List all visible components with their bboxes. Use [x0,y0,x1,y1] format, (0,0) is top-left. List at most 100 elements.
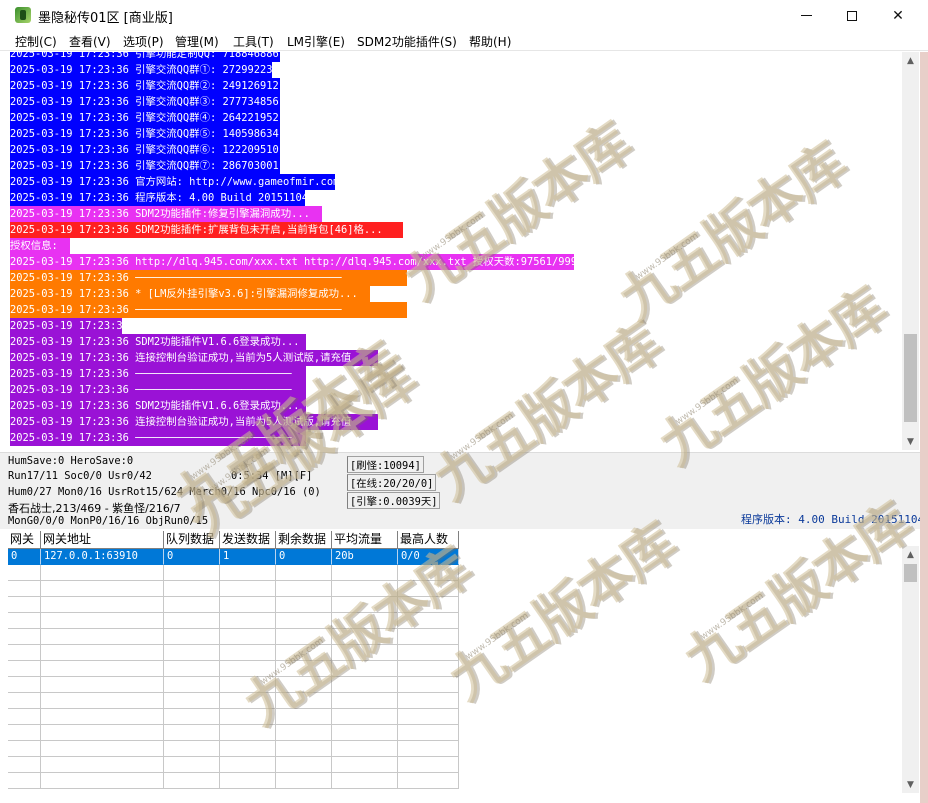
table-cell [398,709,459,725]
log-line: 2025-03-19 17:23:36 引擎功能定制QQ: 718846886 [10,52,280,62]
server-log[interactable]: 2025-03-19 17:23:36 引擎功能定制QQ: 718846886 2… [8,52,902,450]
log-line: 2025-03-19 17:23:36 程序版本: 4.00 Build 201… [10,190,309,206]
minimize-button[interactable] [783,0,829,31]
table-cell [41,629,164,645]
table-row[interactable] [8,773,459,789]
status-panel: HumSave:0 HeroSave:0 Run17/11 Soc0/0 Usr… [0,452,928,529]
table-cell: 20b [332,549,398,565]
table-cell: 0 [8,549,41,565]
col-avg-traffic[interactable]: 平均流量 [332,531,398,549]
log-line: 2025-03-19 17:23:36 ────────────────────… [10,270,407,286]
table-cell [8,677,41,693]
table-cell [220,661,276,677]
table-cell [220,709,276,725]
table-cell [41,677,164,693]
table-cell [164,773,220,789]
menu-manage[interactable]: 管理(M) [175,33,219,50]
hum-save-status: HumSave:0 HeroSave:0 [8,455,134,467]
grid-scrollbar[interactable]: ▲ ▼ [902,546,919,793]
log-line: 2025-03-19 17:23:36 ────────────────────… [10,366,306,382]
table-row[interactable] [8,677,459,693]
table-row[interactable] [8,645,459,661]
grid-scroll-thumb[interactable] [904,564,917,582]
scroll-up-icon[interactable]: ▲ [902,52,919,69]
table-cell [220,597,276,613]
table-cell [41,725,164,741]
title-bar[interactable]: 墨隐秘传01区 [商业版] ✕ [0,0,928,31]
col-queue-data[interactable]: 队列数据 [164,531,220,549]
col-gateway-address[interactable]: 网关地址 [41,531,164,549]
menu-control[interactable]: 控制(C) [15,33,57,50]
table-cell [398,565,459,581]
grid-scroll-up-icon[interactable]: ▲ [902,546,919,563]
table-row[interactable] [8,597,459,613]
hum-status: Hum0/27 Mon0/16 UsrRot15/624 Merch0/16 N… [8,486,321,498]
grid-scroll-down-icon[interactable]: ▼ [902,776,919,793]
table-cell [332,581,398,597]
table-cell [220,725,276,741]
table-cell: 0 [276,549,332,565]
table-row[interactable] [8,709,459,725]
program-version: 程序版本: 4.00 Build 20151104 [741,513,925,526]
table-row[interactable]: 0 127.0.0.1:63910 0 1 0 20b 0/0 [8,549,459,565]
table-cell [276,741,332,757]
table-cell [276,725,332,741]
table-cell [398,757,459,773]
menu-view[interactable]: 查看(V) [69,33,111,50]
table-row[interactable] [8,693,459,709]
table-cell [8,709,41,725]
close-button[interactable]: ✕ [875,0,921,31]
log-line: 2025-03-19 17:23:36 引擎交流QQ群②: 249126912 [10,78,280,94]
table-cell [398,773,459,789]
table-cell [332,725,398,741]
log-scrollbar[interactable]: ▲ ▼ [902,52,919,450]
table-cell [8,565,41,581]
table-cell [164,693,220,709]
table-row[interactable] [8,757,459,773]
table-cell [8,613,41,629]
log-line: 授权信息: [10,238,70,254]
table-cell [220,613,276,629]
log-line: 2025-03-19 17:23:36 连接控制台验证成功,当前为5人测试版,请… [10,414,378,430]
menu-lm-engine[interactable]: LM引擎(E) [287,33,345,50]
engine-status: [引擎:0.0039天] [347,492,441,509]
table-cell [332,693,398,709]
maximize-button[interactable] [829,0,875,31]
table-cell [220,629,276,645]
col-max-users[interactable]: 最高人数 [398,531,459,549]
table-cell [276,613,332,629]
table-row[interactable] [8,661,459,677]
menu-tools[interactable]: 工具(T) [233,33,274,50]
table-row[interactable] [8,725,459,741]
menu-help[interactable]: 帮助(H) [469,33,511,50]
table-row[interactable] [8,741,459,757]
grid-header: 网关 网关地址 队列数据 发送数据 剩余数据 平均流量 最高人数 [8,531,459,549]
table-row[interactable] [8,565,459,581]
menu-bar: 控制(C) 查看(V) 选项(P) 管理(M) 工具(T) LM引擎(E) SD… [0,31,928,51]
menu-sdm2-plugin[interactable]: SDM2功能插件(S) [357,33,457,50]
log-line: 2025-03-19 17:23:36 * [LM反外挂引擎v3.6]:引擎漏洞… [10,286,370,302]
table-cell [164,645,220,661]
table-cell [332,645,398,661]
table-cell [398,597,459,613]
log-scroll-thumb[interactable] [904,334,917,422]
gateway-grid[interactable]: 网关 网关地址 队列数据 发送数据 剩余数据 平均流量 最高人数 0 127.0.… [8,531,459,793]
table-cell [276,597,332,613]
table-cell [41,645,164,661]
menu-options[interactable]: 选项(P) [123,33,164,50]
col-send-data[interactable]: 发送数据 [220,531,276,549]
table-row[interactable] [8,581,459,597]
col-gateway[interactable]: 网关 [8,531,41,549]
log-line: 2025-03-19 17:23:36 SDM2功能插件V1.6.6登录成功..… [10,398,306,414]
table-cell [220,757,276,773]
scroll-down-icon[interactable]: ▼ [902,433,919,450]
log-line: 2025-03-19 17:23:36 ────────────────────… [10,382,306,398]
desktop-background-edge [920,52,928,803]
close-icon: ✕ [892,7,904,24]
col-remaining-data[interactable]: 剩余数据 [276,531,332,549]
table-row[interactable] [8,629,459,645]
table-cell [8,757,41,773]
table-cell [164,725,220,741]
mongo-status: MonG0/0/0 MonP0/16/16 ObjRun0/15 [8,515,209,527]
table-row[interactable] [8,613,459,629]
